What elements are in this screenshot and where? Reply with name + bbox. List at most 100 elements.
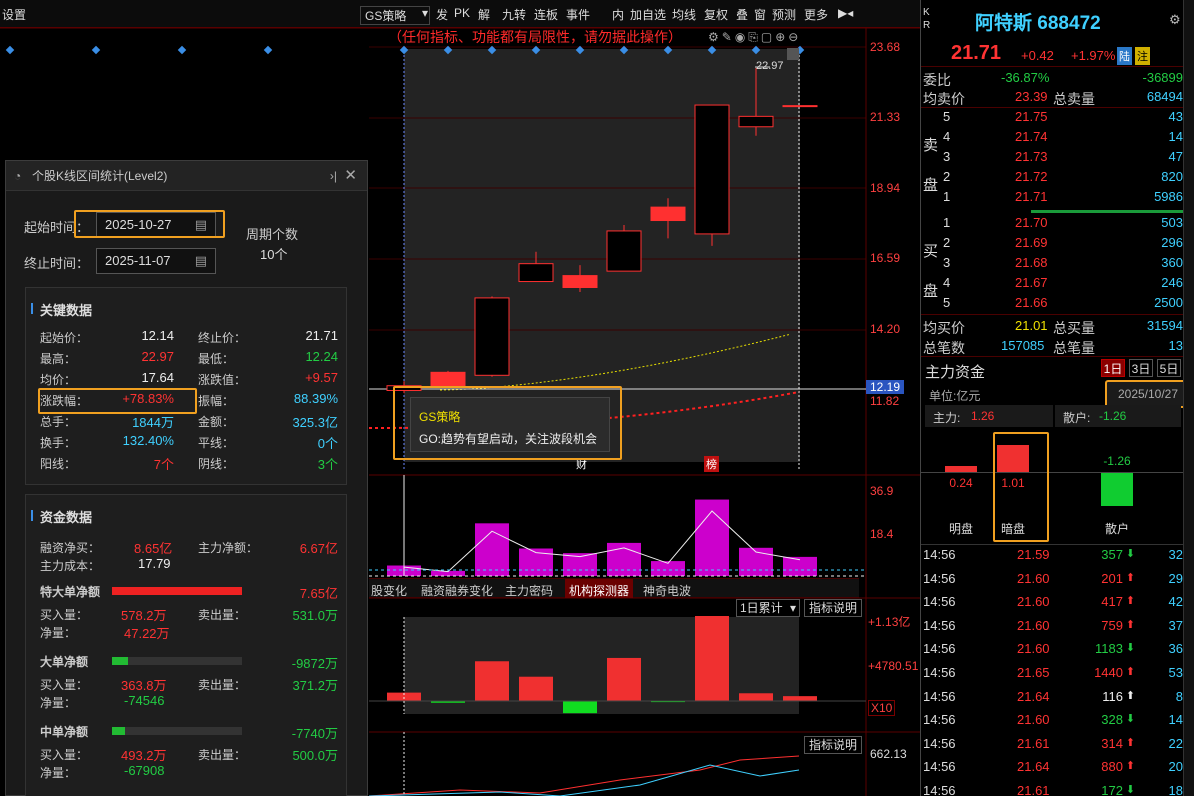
capital-bar-label: 明盘 [948,522,973,536]
order-book-row[interactable]: 3 21.73 47 [921,146,1183,168]
order-volume: 246 [1161,275,1183,290]
tick-price: 21.60 [1017,712,1050,728]
cumulative-select[interactable]: 1日累计 ▾ [736,599,800,617]
price-axis-label: 11.82 [870,394,900,408]
close-icon[interactable]: ✕ [344,161,357,191]
key-data-label: 最低： [198,352,235,366]
sell-volume-value: 500.0万 [292,748,338,763]
tick-row: 14:56 21.60 328 ⬇ 14 [921,709,1183,731]
key-data-title: 关键数据 [30,300,92,319]
tick-volume: 116 [1102,688,1123,704]
tick-volume: 328 [1101,712,1123,728]
end-date-field[interactable]: 2025-11-07 ▤ [96,248,216,274]
tick-volume: 1183 [1095,641,1123,657]
tab-margin-change[interactable]: 融资融券变化 [421,582,493,599]
order-book-row[interactable]: 4 21.67 246 [921,272,1183,294]
tick-count: 18 [1168,783,1183,796]
avg-buy-value: 21.01 [1015,318,1048,333]
arrow-up-icon: ⬆ [1125,736,1135,749]
flow-bar [563,701,597,714]
period-count-label: 周期个数 [246,227,299,242]
order-price: 21.68 [1015,255,1048,270]
event-marker [91,45,101,55]
indicator-help-button[interactable]: 指标说明 [804,599,862,617]
order-book-row[interactable]: 1 21.70 503 [921,212,1183,234]
tick-time: 14:56 [923,617,956,633]
tick-count: 20 [1168,759,1183,775]
order-level: 4 [943,129,951,144]
total-buy-value: 31594 [1146,318,1183,333]
close-icon [787,48,799,60]
tick-price: 21.60 [1017,641,1050,657]
rank-marker[interactable]: 榜 [704,456,719,472]
last-price: 21.71 [951,42,1002,64]
buy-volume-value: 493.2万 [121,748,167,763]
order-book-row[interactable]: 2 21.69 296 [921,232,1183,254]
main-capital-header: 主力: 1.26 [925,405,1053,427]
right-scrollbar[interactable] [1183,0,1194,796]
price-axis-label: 18.94 [870,181,901,195]
order-book-row[interactable]: 3 21.68 360 [921,252,1183,274]
chevron-down-icon: ▾ [789,601,796,615]
order-level: 3 [943,149,951,164]
main-capital-label: 主力: [933,411,961,425]
margin-label: 融资净买： [40,541,101,555]
calendar-icon[interactable]: ▤ [195,249,207,273]
order-volume: 43 [1168,109,1183,124]
price-axis-label: 16.59 [870,251,901,265]
tab-1d[interactable]: 1日 [1101,359,1125,377]
capital-period-tabs: 1日 3日 5日 [1101,359,1181,377]
end-time-label: 终止时间： [24,256,90,271]
indicator-help-button-2[interactable]: 指标说明 [804,736,862,754]
key-data-value: 22.97 [141,349,174,364]
tab-magic-wave[interactable]: 神奇电波 [643,582,691,599]
key-data-label: 换手： [40,436,77,450]
order-book-row[interactable]: 4 21.74 14 [921,126,1183,148]
arrow-up-icon: ⬆ [1125,760,1135,773]
fund-group-name: 大单净额 [40,655,89,669]
price-axis-label: 21.33 [870,110,901,124]
order-book-row[interactable]: 5 21.66 2500 [921,292,1183,314]
settings-icon[interactable]: ⚙ [1169,12,1181,28]
tick-count: 22 [1168,735,1183,751]
arrow-up-icon: ⬆ [1125,571,1135,584]
sell-volume-value: 531.0万 [292,608,338,623]
price-change-pct: +1.97% [1071,48,1116,63]
bottom-indicator-label: 662.13 [870,747,907,761]
capital-date[interactable]: 2025/10/27 [1105,380,1191,408]
avg-buy-row: 均买价 21.01 总买量 31594 [921,315,1183,337]
total-trades-label: 总笔数 [923,340,965,356]
main-capital-value: 1.26 [971,409,995,423]
order-book-row[interactable]: 2 21.72 820 [921,166,1183,188]
fund-group-value: -7740万 [291,726,338,741]
retail-capital-header: 散户: -1.26 [1055,405,1181,427]
tick-count: 14 [1168,712,1183,728]
tab-3d[interactable]: 3日 [1129,359,1153,377]
tick-row: 14:56 21.60 201 ⬆ 29 [921,568,1183,590]
tick-volume: 314 [1101,735,1123,751]
order-volume: 14 [1168,129,1183,144]
quote-panel: K R 阿特斯 688472 ⚙ 21.71 +0.42 +1.97% 陆 注 … [920,0,1194,796]
order-price: 21.74 [1015,129,1048,144]
key-data-value: 3个 [317,457,338,472]
net-volume-label: 净量： [40,626,77,640]
tick-volume: 357 [1101,547,1123,562]
candle-body [650,206,686,222]
tab-stock-change[interactable]: 股变化 [371,582,407,599]
start-date-highlight [74,210,225,238]
key-data-label: 均价： [40,373,77,387]
tick-row: 14:56 21.61 172 ⬇ 18 [921,780,1183,796]
tick-price: 21.60 [1017,594,1050,610]
key-data-value: 325.3亿 [292,415,338,430]
net-volume-label: 净量： [40,766,77,780]
key-data-label: 起始价： [40,331,89,345]
fund-group-name: 中单净额 [40,725,89,739]
order-book-row[interactable]: 1 21.71 5986 [921,186,1183,208]
tab-main-code[interactable]: 主力密码 [505,582,553,599]
tick-time: 14:56 [923,547,956,562]
tab-institution-detector[interactable]: 机构探测器 [565,579,634,598]
net-volume-label: 净量： [40,696,77,710]
order-book-row[interactable]: 5 21.75 43 [921,106,1183,128]
collapse-icon[interactable]: ›| [330,161,337,191]
tab-5d[interactable]: 5日 [1157,359,1181,377]
